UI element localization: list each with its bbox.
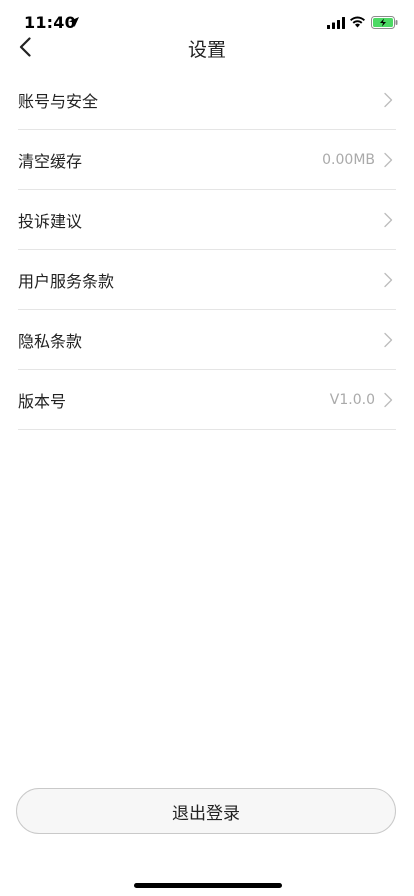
settings-item-privacy-policy[interactable]: 隐私条款 bbox=[18, 310, 396, 370]
version-value: V1.0.0 bbox=[329, 391, 375, 408]
settings-list: 账号与安全 清空缓存 0.00MB 投诉建议 用户服务条款 隐私条款 版本号 V… bbox=[18, 70, 396, 430]
page-title: 设置 bbox=[187, 39, 226, 61]
settings-item-right bbox=[375, 212, 396, 228]
settings-item-right bbox=[375, 272, 396, 288]
settings-item-label: 版本号 bbox=[18, 391, 67, 411]
settings-item-right: 0.00MB bbox=[322, 152, 396, 168]
cache-size-value: 0.00MB bbox=[322, 151, 375, 168]
settings-item-version[interactable]: 版本号 V1.0.0 bbox=[18, 370, 396, 430]
chevron-right-icon bbox=[384, 212, 393, 227]
settings-item-clear-cache[interactable]: 清空缓存 0.00MB bbox=[18, 130, 396, 190]
chevron-right-icon bbox=[384, 392, 393, 407]
settings-item-right bbox=[375, 92, 396, 108]
chevron-right-icon bbox=[384, 92, 393, 107]
settings-item-label: 账号与安全 bbox=[18, 91, 99, 111]
nav-bar: 设置 bbox=[0, 24, 414, 70]
home-indicator bbox=[134, 883, 282, 888]
settings-item-label: 用户服务条款 bbox=[18, 271, 115, 291]
settings-item-label: 隐私条款 bbox=[18, 331, 83, 351]
chevron-right-icon bbox=[384, 152, 393, 167]
chevron-right-icon bbox=[384, 272, 393, 287]
logout-button[interactable]: 退出登录 bbox=[16, 788, 396, 834]
settings-item-account-security[interactable]: 账号与安全 bbox=[18, 70, 396, 130]
settings-item-right: V1.0.0 bbox=[330, 392, 396, 408]
settings-item-label: 投诉建议 bbox=[18, 211, 83, 231]
settings-item-terms-of-service[interactable]: 用户服务条款 bbox=[18, 250, 396, 310]
settings-item-label: 清空缓存 bbox=[18, 151, 83, 171]
chevron-right-icon bbox=[384, 332, 393, 347]
settings-item-right bbox=[375, 332, 396, 348]
settings-item-feedback[interactable]: 投诉建议 bbox=[18, 190, 396, 250]
